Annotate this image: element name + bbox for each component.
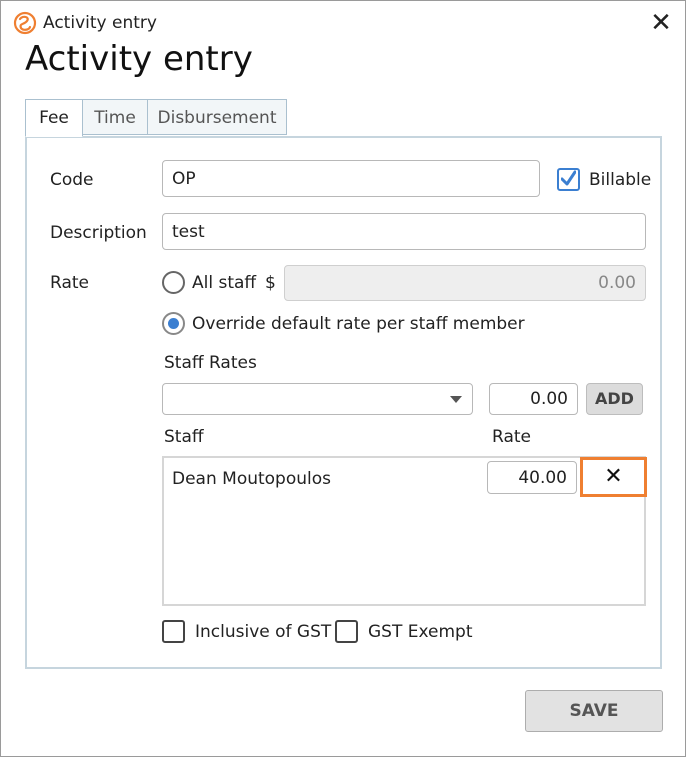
all-staff-rate-input: 0.00 — [284, 265, 646, 301]
rate-label: Rate — [50, 273, 89, 293]
new-staff-rate-input[interactable]: 0.00 — [489, 383, 578, 415]
staff-column-header: Staff — [164, 427, 204, 447]
all-staff-label: All staff — [192, 273, 257, 293]
tab-fee[interactable]: Fee — [25, 99, 83, 137]
activity-entry-dialog: Activity entry ✕ Activity entry Fee Time… — [0, 0, 686, 757]
checkmark-icon — [561, 170, 576, 186]
currency-symbol: $ — [265, 273, 276, 293]
override-rate-label: Override default rate per staff member — [192, 314, 525, 334]
code-input[interactable]: OP — [162, 160, 540, 197]
staff-name: Dean Moutopoulos — [172, 469, 332, 489]
billable-label: Billable — [589, 170, 652, 190]
swirl-logo-icon — [13, 11, 37, 35]
gst-exempt-checkbox[interactable] — [335, 620, 358, 643]
description-input[interactable]: test — [162, 213, 646, 250]
all-staff-radio[interactable] — [162, 271, 185, 294]
staff-rate-input[interactable]: 40.00 — [487, 461, 577, 494]
inclusive-gst-checkbox[interactable] — [162, 620, 185, 643]
tab-time[interactable]: Time — [82, 99, 148, 135]
staff-rates-label: Staff Rates — [164, 353, 257, 373]
radio-selected-dot — [168, 318, 179, 329]
rate-column-header: Rate — [492, 427, 531, 447]
add-button[interactable]: ADD — [586, 383, 643, 415]
inclusive-gst-label: Inclusive of GST — [195, 622, 332, 642]
code-label: Code — [50, 170, 94, 190]
description-label: Description — [50, 223, 147, 243]
override-rate-radio[interactable] — [162, 312, 185, 335]
staff-select[interactable] — [162, 383, 473, 415]
tab-disbursement[interactable]: Disbursement — [147, 99, 287, 135]
billable-checkbox[interactable] — [557, 168, 580, 191]
page-title: Activity entry — [25, 39, 253, 79]
chevron-down-icon — [450, 396, 462, 403]
gst-exempt-label: GST Exempt — [368, 622, 473, 642]
remove-staff-button[interactable]: ✕ — [580, 457, 647, 497]
close-button[interactable]: ✕ — [646, 9, 676, 39]
save-button[interactable]: SAVE — [525, 690, 663, 732]
window-title: Activity entry — [43, 13, 157, 33]
